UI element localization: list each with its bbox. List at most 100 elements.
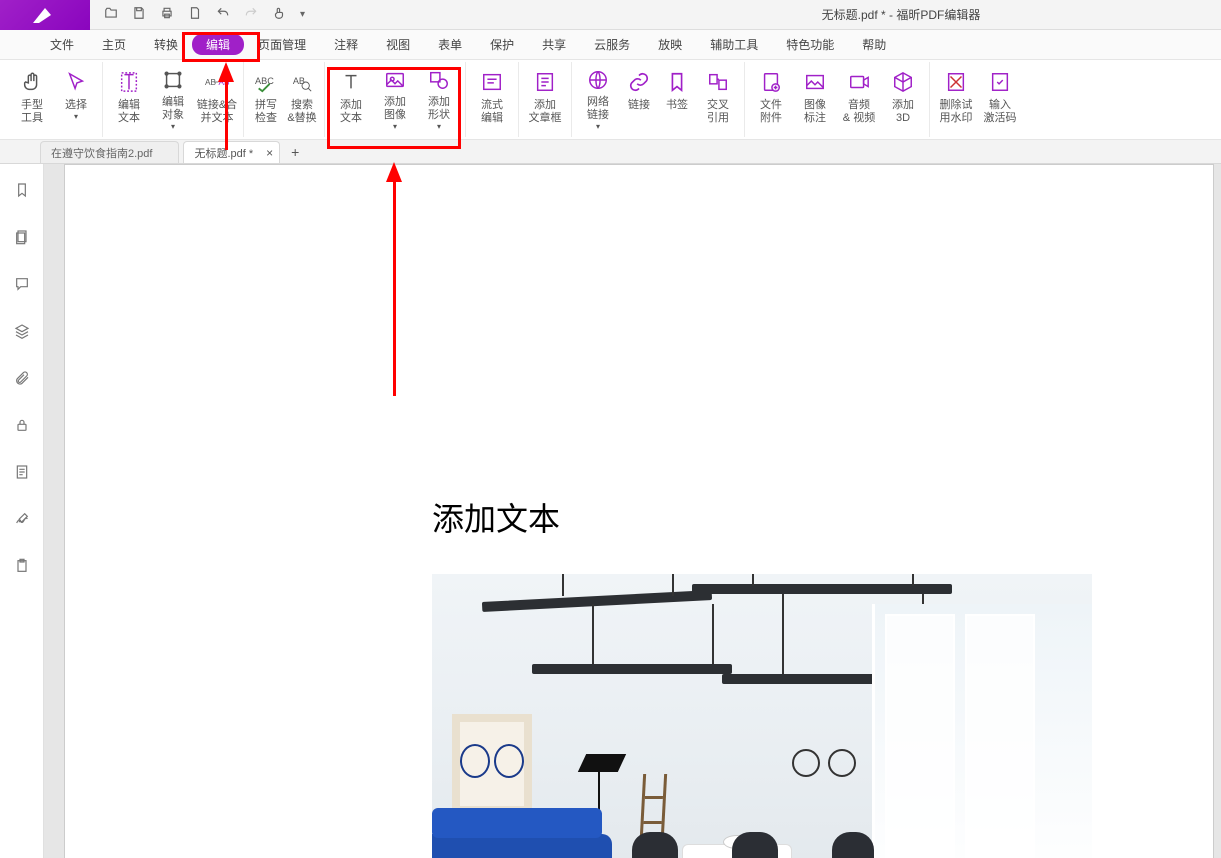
av-icon: [846, 69, 872, 95]
tool-edit-obj[interactable]: 编辑 对象 ▾: [151, 65, 195, 135]
qat-more-icon[interactable]: ▾: [300, 9, 305, 20]
menu-file[interactable]: 文件: [36, 32, 88, 57]
tool-watermark[interactable]: 删除试 用水印: [934, 65, 978, 135]
title-bar: ▾ 无标题.pdf * - 福昕PDF编辑器: [0, 0, 1221, 30]
tool-img-anno[interactable]: 图像 标注: [793, 65, 837, 135]
comments-panel-icon[interactable]: [14, 276, 30, 297]
select-icon: [63, 69, 89, 95]
tool-watermark-label: 删除试 用水印: [940, 99, 973, 125]
svg-text:ABC: ABC: [255, 75, 274, 85]
tab-doc-1[interactable]: 在遵守饮食指南2.pdf: [40, 141, 179, 163]
tool-add-text-label: 添加 文本: [340, 99, 362, 125]
tool-add-image[interactable]: 添加 图像 ▾: [373, 65, 417, 135]
menu-convert[interactable]: 转换: [140, 32, 192, 57]
redo-icon[interactable]: [244, 6, 258, 23]
tool-attach[interactable]: 文件 附件: [749, 65, 793, 135]
attach-icon: [758, 69, 784, 95]
quick-access-toolbar: ▾: [90, 6, 319, 23]
tool-bookmark-label: 书签: [666, 99, 688, 112]
img-anno-icon: [802, 69, 828, 95]
tool-crossref[interactable]: 交叉 引用: [696, 65, 740, 135]
tab-bar: 在遵守饮食指南2.pdf 无标题.pdf * × +: [0, 140, 1221, 164]
tool-attach-label: 文件 附件: [760, 99, 782, 125]
add-text-icon: [338, 69, 364, 95]
app-logo: [0, 0, 90, 30]
annotation-arrow-line-1: [225, 78, 228, 150]
tool-flow-edit[interactable]: 流式 编辑: [470, 65, 514, 135]
link-icon: [626, 69, 652, 95]
security-panel-icon[interactable]: [14, 417, 30, 438]
cube-icon: [890, 69, 916, 95]
svg-text:AB: AB: [293, 75, 305, 85]
document-canvas[interactable]: 添加文本: [44, 164, 1221, 858]
menu-help[interactable]: 帮助: [848, 32, 900, 57]
menu-feature[interactable]: 特色功能: [772, 32, 848, 57]
tool-edit-text[interactable]: 编辑 文本: [107, 65, 151, 135]
tool-select[interactable]: 选择 ▾: [54, 65, 98, 135]
crossref-icon: [705, 69, 731, 95]
pages-panel-icon[interactable]: [14, 229, 30, 250]
tab-add-button[interactable]: +: [284, 141, 306, 163]
tool-av[interactable]: 音频 & 视频: [837, 65, 881, 135]
tool-add-shape[interactable]: 添加 形状 ▾: [417, 65, 461, 135]
tool-add-shape-label: 添加 形状: [428, 96, 450, 122]
tool-crossref-label: 交叉 引用: [707, 99, 729, 125]
menu-tools[interactable]: 辅助工具: [696, 32, 772, 57]
menu-home[interactable]: 主页: [88, 32, 140, 57]
fields-panel-icon[interactable]: [14, 464, 30, 485]
tool-add-image-label: 添加 图像: [384, 96, 406, 122]
article-icon: [532, 69, 558, 95]
dropdown-icon: ▾: [393, 122, 397, 131]
dropdown-icon: ▾: [171, 122, 175, 131]
tool-search-label: 搜索 &替换: [287, 99, 316, 125]
menu-page-mgmt[interactable]: 页面管理: [244, 32, 320, 57]
menu-view[interactable]: 视图: [372, 32, 424, 57]
tool-link[interactable]: 链接: [620, 65, 658, 135]
bookmark-panel-icon[interactable]: [14, 182, 30, 203]
tab-doc-2[interactable]: 无标题.pdf * ×: [183, 141, 280, 163]
save-icon[interactable]: [132, 6, 146, 23]
tool-hand-label: 手型 工具: [21, 99, 43, 125]
activate-icon: [987, 69, 1013, 95]
attachments-panel-icon[interactable]: [14, 370, 30, 391]
tool-spell-label: 拼写 检查: [255, 99, 277, 125]
new-page-icon[interactable]: [188, 6, 202, 23]
tool-activate-label: 输入 激活码: [984, 99, 1017, 125]
tool-av-label: 音频 & 视频: [843, 99, 875, 125]
tool-article[interactable]: 添加 文章框: [523, 65, 567, 135]
print-icon[interactable]: [160, 6, 174, 23]
open-icon[interactable]: [104, 6, 118, 23]
bookmark-icon: [664, 69, 690, 95]
tab-doc-1-label: 在遵守饮食指南2.pdf: [51, 145, 152, 161]
tool-weblink[interactable]: 网络 链接 ▾: [576, 65, 620, 135]
edit-obj-icon: [160, 69, 186, 92]
menu-broadcast[interactable]: 放映: [644, 32, 696, 57]
touch-icon[interactable]: [272, 6, 286, 23]
tool-img-anno-label: 图像 标注: [804, 99, 826, 125]
close-icon[interactable]: ×: [266, 146, 273, 160]
tool-bookmark[interactable]: 书签: [658, 65, 696, 135]
menu-share[interactable]: 共享: [528, 32, 580, 57]
layers-panel-icon[interactable]: [14, 323, 30, 344]
document-heading: 添加文本: [432, 494, 560, 540]
tool-activate[interactable]: 输入 激活码: [978, 65, 1022, 135]
tool-edit-obj-label: 编辑 对象: [162, 96, 184, 122]
dropdown-icon: ▾: [596, 122, 600, 131]
tool-search[interactable]: AB 搜索 &替换: [284, 65, 320, 135]
tool-hand[interactable]: 手型 工具: [10, 65, 54, 135]
clipboard-panel-icon[interactable]: [14, 558, 30, 579]
tool-add-3d-label: 添加 3D: [892, 99, 914, 125]
signature-panel-icon[interactable]: [14, 511, 30, 532]
tool-add-3d[interactable]: 添加 3D: [881, 65, 925, 135]
menu-form[interactable]: 表单: [424, 32, 476, 57]
annotation-arrow-line-2: [393, 178, 396, 396]
tool-select-label: 选择: [65, 99, 87, 112]
tool-spell[interactable]: ABC 拼写 检查: [248, 65, 284, 135]
menu-edit[interactable]: 编辑: [192, 34, 244, 55]
watermark-icon: [943, 69, 969, 95]
menu-cloud[interactable]: 云服务: [580, 32, 644, 57]
menu-annotate[interactable]: 注释: [320, 32, 372, 57]
undo-icon[interactable]: [216, 6, 230, 23]
menu-protect[interactable]: 保护: [476, 32, 528, 57]
tool-add-text[interactable]: 添加 文本: [329, 65, 373, 135]
